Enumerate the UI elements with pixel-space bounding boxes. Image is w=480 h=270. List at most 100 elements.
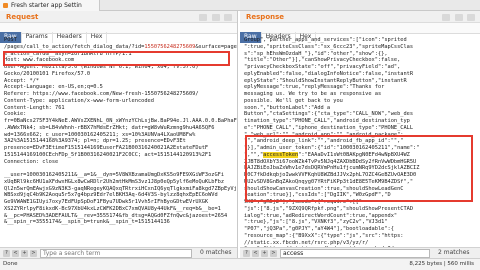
request-text: &__pc=PHASED%3ADEFAULT&__rev=3555174&fb_… (4, 212, 228, 219)
response-line: tination_type":"PHONE_CALL","android_des… (244, 118, 480, 125)
response-text: e":"PHONE_CALL","iphone_destination_type… (244, 124, 414, 131)
response-line: ialog":true,"adRedirectWordCount":true,"… (244, 213, 480, 220)
request-text: presence=EDvF3EtimeF1515144169EuserFA21B… (4, 145, 209, 151)
response-line: eplyMessage":true,"replyMessage":"Thanks… (244, 84, 480, 91)
next-match-icon[interactable]: > (270, 250, 277, 257)
response-tabs: Raw Headers Hex (240, 23, 480, 43)
request-line: &__spin_r=3555174&__spin_b=trunk&__spin_… (4, 219, 237, 226)
request-body[interactable]: POST/pages/call_to_action/fetch_dialog_d… (0, 35, 237, 258)
response-text: possible. We'll get back to you (244, 97, 343, 104)
request-line: WBSxd9jqC4b9K2Aoqu5r5x7g4bpz9Edr7elBKH3A… (4, 192, 237, 199)
request-line: Content-Type: application/x-www-form-url… (4, 98, 237, 105)
request-line: Referer: https://www.facebook.com/New-fr… (4, 91, 237, 98)
response-search-input[interactable]: access (280, 249, 430, 258)
browser-tabstrip: Fresh starter app Settin (0, 0, 480, 11)
response-text: eplyMessage":true,"replyMessage":"Thanks… (244, 84, 385, 91)
request-line: Ge9VWAWE1GIUyi7oxy7EdFUpSpDoF1FByu7UDwk5… (4, 199, 237, 206)
response-size-time: 8,225 bytes | 560 millis (409, 261, 474, 267)
horizontal-layout-icon[interactable] (211, 14, 220, 21)
response-line: "P07","jQ3Pa","g0PJY","aY4W4"],"bootload… (244, 226, 480, 233)
response-text: Button","ctaSettings":{"cta_type":"CALL_… (244, 111, 414, 118)
response-line: "privacyCheckboxState":"off","privacyFie… (244, 64, 480, 71)
request-line: 1515144169100CEchFDp_5f1B00316240021F2C0… (4, 152, 237, 159)
request-line: 3A2%3A1515144168%3A9374; pl=n; dpr=1.25;… (4, 138, 237, 145)
burp-icon (3, 3, 8, 8)
response-title: Response (240, 11, 480, 23)
response-pane-controls (440, 13, 475, 21)
response-text: ":true,"spriteCssClass":"sx_6ccc23","spr… (244, 43, 414, 50)
request-text: WBSxd9jqC4b9K2Aoqu5r5x7g4bpz9Edr7elBKH3A… (4, 192, 218, 199)
request-text: Gecko/20100101 Firefox/57.0 (4, 70, 91, 77)
request-line: Accept-Language: en-US,en;q=0.5 (4, 84, 237, 91)
status-bar: Done 8,225 bytes | 560 millis (0, 258, 480, 270)
response-text: messaging us. We try to be as responsive… (244, 91, 382, 97)
response-line: possible. We'll get back to you (244, 98, 480, 105)
response-line: "resource_map":{"B9XxX":{"type":"js","sr… (244, 233, 480, 240)
response-text: eplyState":"ShouldShowInstantReplyButton… (244, 77, 407, 84)
response-line: Group","partner_apps_and_services":["ico… (244, 37, 480, 44)
split-view-icon[interactable] (199, 14, 208, 21)
request-text: fr=0BaNcs275F3Y4kNeE.AWVsZXENhL_0N_xWYnz… (4, 118, 237, 124)
request-line: /pages/call_to_action/fetch_dialog_data/… (4, 44, 237, 51)
next-match-icon[interactable]: > (30, 250, 37, 257)
request-pane: Request Raw Params Headers Hex POST/pages/c… (0, 11, 238, 258)
horizontal-layout-icon[interactable] (454, 14, 463, 21)
add-icon[interactable]: + (21, 250, 28, 257)
request-tabs: Raw Params Headers Hex (0, 23, 237, 43)
split-view-icon[interactable] (442, 14, 451, 21)
response-text: s":"sp_hEhsWmOzdaH_"},"id":"other","show… (244, 50, 388, 57)
request-line: XS2ZYRrlpyF8ikxdK-Bc97XbU4kxLzCWFK2DBxC7… (4, 206, 237, 213)
response-text: "js":["8.js","9ZXQ9QRfpkf.png","shouldSh… (244, 205, 414, 212)
response-text: eplyEnabled":false,"dialogInfoNotice":fa… (244, 70, 414, 77)
response-line: ":true,"spriteCssClass":"sx_6ccc23","spr… (244, 44, 480, 51)
request-text: xUqBRl9kc6HU1aXFdwxHGLx8wCwRDlr2Uh2mtHkM… (4, 178, 225, 185)
browser-tab[interactable]: Fresh starter app Settin (0, 0, 100, 11)
request-highlight-text: 1550756248275609 (144, 43, 196, 50)
request-text: &surface=page (195, 43, 237, 50)
maximize-icon[interactable] (224, 14, 232, 21)
request-text: Content-Length: 761 (4, 104, 65, 111)
help-icon[interactable]: ? (243, 250, 250, 257)
response-line: "js":["8.js","9ZXQ9QRfpkf.png","shouldSh… (244, 206, 480, 213)
request-line: Cookie: (4, 111, 237, 118)
response-line: messaging us. We try to be as responsive… (244, 91, 480, 98)
response-line: eplyEnabled":false,"dialogInfoNotice":fa… (244, 71, 480, 78)
maximize-icon[interactable] (467, 14, 475, 21)
request-line: POST (4, 37, 237, 44)
response-text: ialog":true,"adRedirectWordCount":true,"… (244, 212, 398, 219)
response-text: "resource_map":{"B9XxX":{"type":"js","sr… (244, 232, 404, 239)
request-search-bar: ? < + > Type a search term 0 matches (0, 247, 237, 258)
request-line: Ql2n5wrQmEAwjxG9zN3K3-gaqNRegeyKQAQxqTRt… (4, 186, 237, 193)
request-match-count: 0 matches (200, 249, 232, 256)
request-line: presence=EDvF3EtimeF1515144169EuserFA21B… (4, 145, 237, 152)
request-line: Gecko/20100101 Firefox/57.0 (4, 71, 237, 78)
request-search-input[interactable]: Type a search term (40, 249, 192, 258)
response-line: "title":"Other"}],"canShowPrivacyCheckbo… (244, 57, 480, 64)
request-text: Ql2n5wrQmEAwjxG9zN3K3-gaqNRegeyKQAQxqTRt… (4, 185, 237, 192)
help-icon[interactable]: ? (3, 250, 10, 257)
request-text: __user=100030162405211&__a=1&__dyn=5V8WX… (4, 172, 225, 178)
response-text: tination_type":"PHONE_CALL","android_des… (244, 118, 410, 124)
response-line: eplyState":"ShouldShowInstantReplyButton… (244, 78, 480, 85)
request-line (4, 165, 237, 172)
request-line: Content-Length: 761 (4, 105, 237, 112)
response-line: Button","ctaSettings":{"cta_type":"CALL_… (244, 111, 480, 118)
prev-match-icon[interactable]: < (12, 250, 19, 257)
request-text: Content-Type: application/x-www-form-url… (4, 97, 154, 104)
prev-match-icon[interactable]: < (252, 250, 259, 257)
browser-tab-title: Fresh starter app Settin (11, 2, 82, 9)
request-line: &__pc=PHASED%3ADEFAULT&__rev=3555174&fb_… (4, 213, 237, 220)
request-text: &__spin_r=3555174&__spin_b=trunk&__spin_… (4, 219, 170, 226)
response-text: //static.xx.fbcdn.net/rsrc.php/v3/yz/r/ (244, 239, 369, 246)
add-icon[interactable]: + (261, 250, 268, 257)
request-id-highlight-box (3, 51, 230, 66)
request-text: 3A2%3A1515144168%3A9374; pl=n; dpr=1.25;… (4, 138, 186, 145)
request-text: Referer: https://www.facebook.com/New-fr… (4, 91, 199, 97)
request-text: 1515144169100CEchFDp_5f1B00316240021F2C0… (4, 151, 212, 158)
response-match-count: 2 matches (438, 249, 470, 256)
status-text: Done (3, 261, 18, 267)
request-text: Accept: */* (4, 77, 40, 84)
response-line: //static.xx.fbcdn.net/rsrc.php/v3/yz/r/ (244, 240, 480, 247)
request-line: xUqBRl9kc6HU1aXFdwxHGLx8wCwRDlr2Uh2mtHkM… (4, 179, 237, 186)
response-line: soon.","buttonLabel":"Add a (244, 105, 480, 112)
